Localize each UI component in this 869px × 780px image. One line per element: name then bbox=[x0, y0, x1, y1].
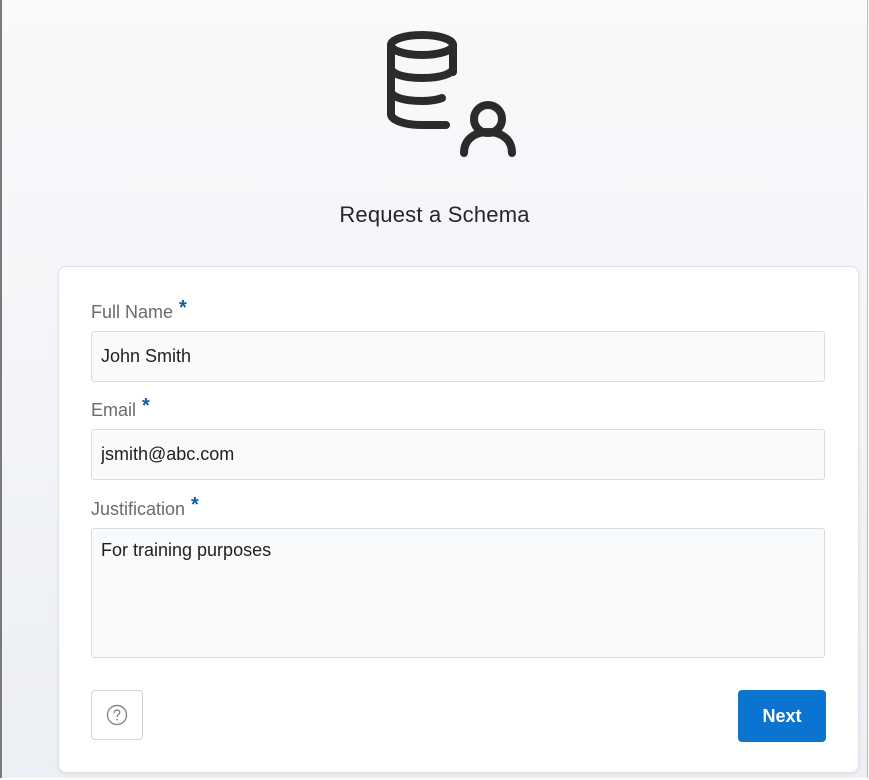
justification-textarea[interactable]: For training purposes bbox=[91, 528, 825, 658]
justification-label: Justification * bbox=[91, 494, 199, 521]
required-marker: * bbox=[191, 494, 199, 516]
help-button[interactable] bbox=[91, 690, 143, 740]
email-label: Email * bbox=[91, 395, 150, 422]
page-title: Request a Schema bbox=[339, 202, 530, 227]
email-input[interactable] bbox=[91, 429, 825, 480]
full-name-label: Full Name * bbox=[91, 297, 187, 324]
question-circle-icon bbox=[106, 704, 128, 726]
next-button[interactable]: Next bbox=[738, 690, 826, 742]
app-window: Request a Schema Full Name* Email* Justi… bbox=[0, 0, 868, 778]
justification-label-text: Justification bbox=[91, 499, 186, 519]
email-label-text: Email bbox=[91, 400, 137, 420]
required-marker: * bbox=[142, 395, 150, 417]
database-user-icon bbox=[387, 31, 516, 157]
full-name-label-text: Full Name bbox=[91, 302, 174, 322]
request-form-card: Full Name* Email* Justification* For tra… bbox=[58, 266, 859, 773]
full-name-input[interactable] bbox=[91, 331, 825, 382]
required-marker: * bbox=[179, 297, 187, 319]
